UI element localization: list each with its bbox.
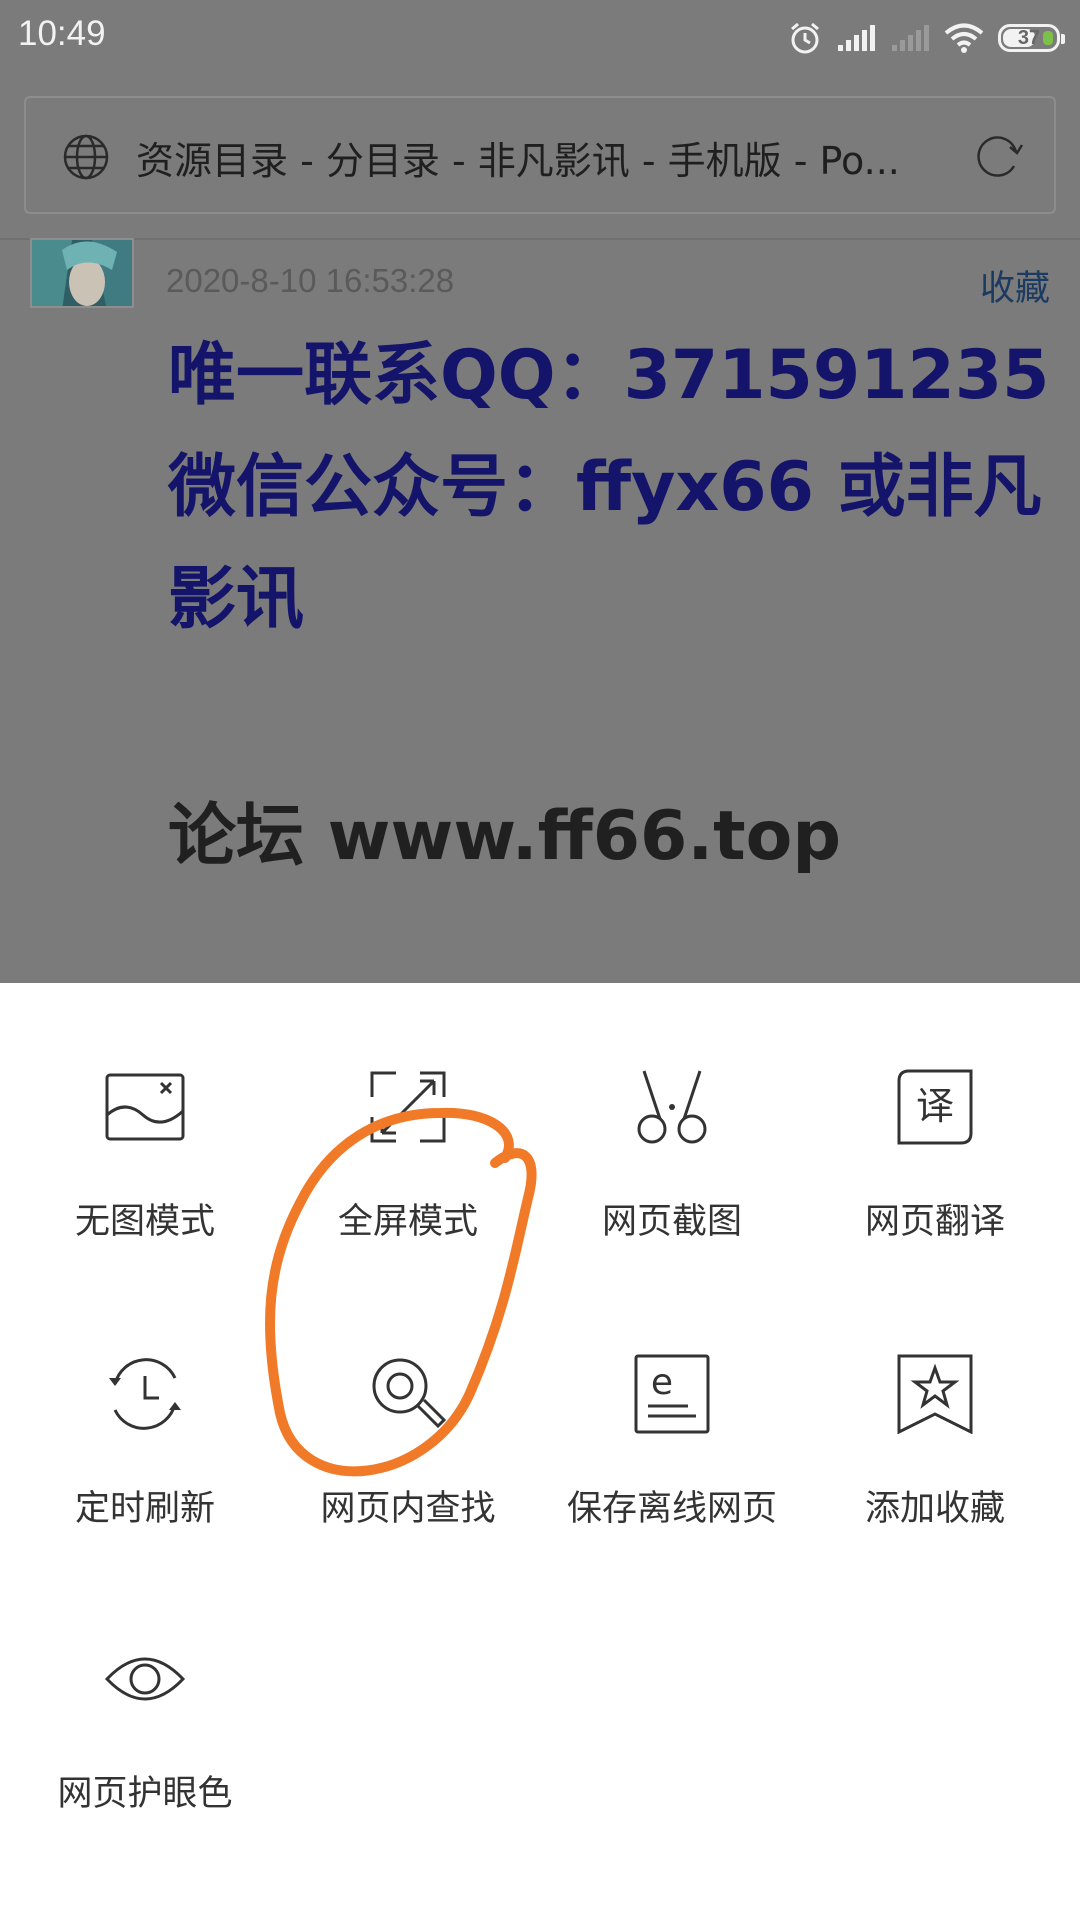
address-bar[interactable]: 资源目录 - 分目录 - 非凡影讯 - 手机版 - Po... (24, 96, 1056, 214)
menu-label: 添加收藏 (864, 1489, 1005, 1529)
post-line: 唯一联系QQ：371591235 (168, 336, 1050, 415)
svg-text:e: e (651, 1362, 673, 1403)
menu-item-eye-protection[interactable]: 网页护眼色 (10, 1555, 280, 1814)
bookmark-star-icon (897, 1354, 973, 1434)
globe-icon (63, 134, 109, 180)
alarm-icon (791, 22, 819, 54)
divider (0, 238, 1080, 240)
menu-item-screenshot[interactable]: 网页截图 (537, 983, 807, 1242)
wifi-icon (944, 23, 984, 53)
eye-icon (104, 1657, 186, 1701)
menu-label: 网页内查找 (320, 1489, 496, 1529)
post-body: 唯一联系QQ：371591235 微信公众号：ffyx66 或非凡 影讯 (168, 320, 1050, 656)
menu-item-find-in-page[interactable]: 网页内查找 (273, 1270, 543, 1529)
status-bar: 10:49 37 (0, 0, 1080, 74)
menu-item-timed-refresh[interactable]: 定时刷新 (10, 1270, 280, 1529)
no-image-icon (105, 1073, 185, 1141)
signal-weak-icon (892, 25, 929, 51)
avatar-image (32, 240, 132, 306)
menu-label: 全屏模式 (337, 1202, 478, 1242)
svg-text:译: 译 (916, 1084, 954, 1128)
reload-icon[interactable] (970, 128, 1026, 184)
offline-page-icon: e (634, 1354, 710, 1434)
status-time: 10:49 (18, 14, 106, 53)
menu-label: 网页翻译 (864, 1202, 1005, 1242)
menu-label: 网页截图 (601, 1202, 742, 1242)
menu-label: 保存离线网页 (566, 1489, 777, 1529)
post-line: 影讯 (168, 560, 305, 639)
fullscreen-icon (370, 1071, 446, 1143)
menu-label: 定时刷新 (74, 1489, 215, 1529)
menu-item-save-offline[interactable]: e 保存离线网页 (537, 1270, 807, 1529)
battery-level: 37 (1017, 26, 1041, 49)
forum-link-text: 论坛 www.ff66.top (168, 797, 842, 876)
menu-item-translate[interactable]: 译 网页翻译 (800, 983, 1070, 1242)
post-line: 微信公众号：ffyx66 或非凡 (168, 448, 1042, 527)
avatar[interactable] (30, 238, 134, 308)
favorite-link[interactable]: 收藏 (980, 260, 1050, 311)
search-icon (372, 1358, 447, 1429)
status-icons: 37 (788, 18, 1065, 58)
page-title[interactable]: 资源目录 - 分目录 - 非凡影讯 - 手机版 - Po... (136, 130, 956, 185)
browser-menu-sheet: 无图模式 全屏模式 网页截图 译 网页翻译 定时刷新 网页内查找 e 保存离线网… (0, 983, 1080, 1920)
timer-refresh-icon (109, 1358, 181, 1430)
menu-item-fullscreen[interactable]: 全屏模式 (273, 983, 543, 1242)
translate-icon: 译 (897, 1069, 973, 1145)
battery-icon: 37 (998, 24, 1065, 52)
dimmed-webpage: 10:49 37 资源目录 - 分目录 - 非凡影讯 - 手机版 - Po...… (0, 0, 1080, 983)
menu-label: 网页护眼色 (57, 1774, 233, 1814)
menu-item-no-image[interactable]: 无图模式 (10, 983, 280, 1242)
menu-label: 无图模式 (74, 1202, 215, 1242)
scissors-icon (637, 1070, 707, 1144)
post-date: 2020-8-10 16:53:28 (166, 262, 455, 299)
menu-item-add-bookmark[interactable]: 添加收藏 (800, 1270, 1070, 1529)
signal-icon (838, 25, 875, 51)
